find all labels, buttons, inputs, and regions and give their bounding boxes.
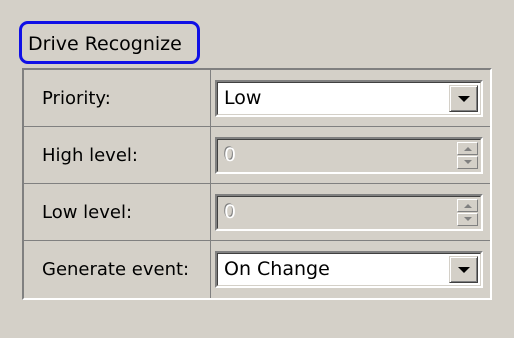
low-level-spinbox: 0: [215, 194, 483, 231]
priority-label: Priority:: [42, 88, 111, 109]
arrow-up-icon: [464, 204, 472, 208]
spin-down-button: [457, 156, 478, 169]
high-level-spinbox: 0: [215, 137, 483, 174]
arrow-down-icon: [464, 217, 472, 221]
priority-value: Low: [224, 87, 262, 109]
generate-event-value: On Change: [224, 258, 330, 280]
column-divider: [210, 184, 211, 241]
column-divider: [210, 127, 211, 184]
spin-up-button: [457, 142, 478, 155]
chevron-down-icon: [458, 96, 470, 102]
high-level-label: High level:: [42, 145, 138, 166]
priority-dropdown-button[interactable]: [449, 85, 478, 112]
property-row-high-level: High level: 0: [24, 127, 490, 184]
property-grid: Priority: Low High level: 0 Low level: 0…: [22, 68, 492, 300]
chevron-down-icon: [458, 267, 470, 273]
property-row-generate-event: Generate event: On Change: [24, 241, 490, 298]
property-row-low-level: Low level: 0: [24, 184, 490, 241]
arrow-up-icon: [464, 147, 472, 151]
column-divider: [210, 241, 211, 298]
spin-arrows-icon: [457, 199, 478, 226]
properties-panel: Drive Recognize Priority: Low High level…: [0, 0, 514, 338]
priority-dropdown-field: Low: [217, 82, 481, 115]
generate-event-label: Generate event:: [42, 259, 190, 280]
low-level-label: Low level:: [42, 202, 133, 223]
spin-arrows-icon: [457, 142, 478, 169]
generate-event-dropdown-button[interactable]: [449, 256, 478, 283]
spin-up-button: [457, 199, 478, 212]
column-divider: [210, 70, 211, 127]
property-row-priority: Priority: Low: [24, 70, 490, 127]
arrow-down-icon: [464, 160, 472, 164]
low-level-field: 0: [217, 196, 481, 229]
high-level-field: 0: [217, 139, 481, 172]
generate-event-dropdown-field: On Change: [217, 253, 481, 286]
group-title: Drive Recognize: [19, 21, 200, 64]
spin-down-button: [457, 213, 478, 226]
low-level-value: 0: [224, 201, 237, 223]
priority-dropdown[interactable]: Low: [215, 80, 483, 117]
generate-event-dropdown[interactable]: On Change: [215, 251, 483, 288]
high-level-value: 0: [224, 144, 237, 166]
